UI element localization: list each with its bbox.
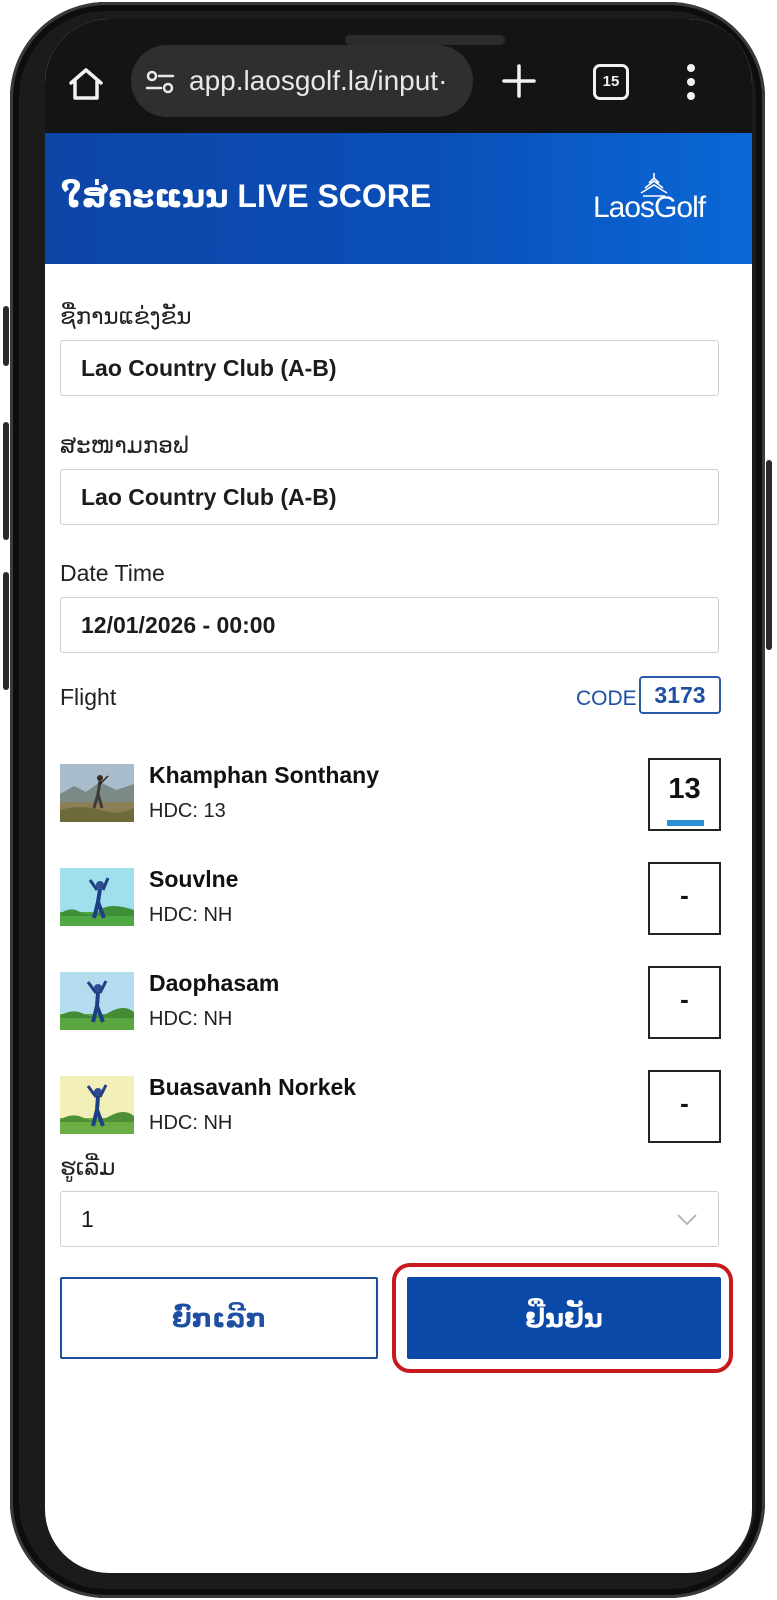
player-hdc: HDC: NH (149, 904, 233, 926)
score-input[interactable]: - (648, 862, 721, 935)
player-avatar (60, 868, 134, 926)
player-name: Souvlne (149, 866, 239, 892)
input-cursor (667, 820, 704, 826)
player-row: Souvlne HDC: NH - (60, 862, 721, 942)
course-label: ສະໜາມກອຟ (60, 432, 189, 458)
player-hdc: HDC: NH (149, 1008, 233, 1030)
home-icon[interactable] (67, 65, 105, 103)
player-row: Buasavanh Norkek HDC: NH - (60, 1070, 721, 1150)
player-row: Khamphan Sonthany HDC: 13 13 (60, 758, 721, 838)
player-name: Buasavanh Norkek (149, 1074, 357, 1100)
volume-down-button (3, 572, 9, 690)
datetime-value: 12/01/2026 - 00:00 (81, 612, 276, 638)
url-bar[interactable]: app.laosgolf.la/input· (131, 45, 473, 117)
browser-toolbar: app.laosgolf.la/input· 15 (45, 19, 752, 135)
new-tab-icon[interactable] (501, 63, 537, 99)
more-options-icon[interactable] (685, 63, 697, 101)
course-value: Lao Country Club (A-B) (81, 484, 337, 510)
power-button (766, 460, 772, 650)
start-hole-select[interactable]: 1 (60, 1191, 719, 1247)
code-badge: 3173 (639, 676, 721, 714)
speaker-grille (345, 35, 505, 45)
competition-label: ຊື່ການແຂ່ງຂັນ (60, 303, 192, 329)
screen: app.laosgolf.la/input· 15 ໃສ່ຄະແນນ LIVE … (45, 19, 752, 1573)
start-hole-value: 1 (81, 1206, 94, 1232)
score-value: 13 (668, 773, 701, 805)
phone-frame: app.laosgolf.la/input· 15 ໃສ່ຄະແນນ LIVE … (3, 2, 772, 1598)
logo-text: LaosGolf (593, 191, 706, 224)
datetime-field[interactable]: 12/01/2026 - 00:00 (60, 597, 719, 653)
app-header: ໃສ່ຄະແນນ LIVE SCORE LaosGolf (45, 133, 752, 264)
score-input[interactable]: 13 (648, 758, 721, 831)
volume-up-button (3, 422, 9, 540)
competition-value: Lao Country Club (A-B) (81, 355, 337, 381)
datetime-label: Date Time (60, 560, 165, 586)
chevron-down-icon (677, 1214, 697, 1226)
player-avatar (60, 972, 134, 1030)
cancel-button[interactable]: ຍົກເລີກ (60, 1277, 378, 1359)
player-avatar (60, 1076, 134, 1134)
competition-field[interactable]: Lao Country Club (A-B) (60, 340, 719, 396)
flight-label: Flight (60, 684, 117, 710)
player-hdc: HDC: NH (149, 1112, 233, 1134)
player-row: Daophasam HDC: NH - (60, 966, 721, 1046)
volume-button (3, 306, 9, 366)
laosgolf-logo: LaosGolf (593, 173, 733, 233)
page-title: ໃສ່ຄະແນນ LIVE SCORE (61, 178, 432, 214)
code-label: CODE (576, 687, 637, 710)
player-name: Khamphan Sonthany (149, 762, 380, 788)
player-avatar (60, 764, 134, 822)
url-text[interactable]: app.laosgolf.la/input· (189, 63, 461, 99)
start-hole-label: ຮູເລີ່ມ (60, 1154, 116, 1180)
score-input[interactable]: - (648, 1070, 721, 1143)
confirm-button[interactable]: ຢືນຢັນ (407, 1277, 721, 1359)
course-field[interactable]: Lao Country Club (A-B) (60, 469, 719, 525)
score-input[interactable]: - (648, 966, 721, 1039)
player-hdc: HDC: 13 (149, 800, 226, 822)
tab-switcher-button[interactable]: 15 (593, 64, 629, 100)
player-name: Daophasam (149, 970, 280, 996)
site-settings-icon[interactable] (145, 69, 175, 95)
